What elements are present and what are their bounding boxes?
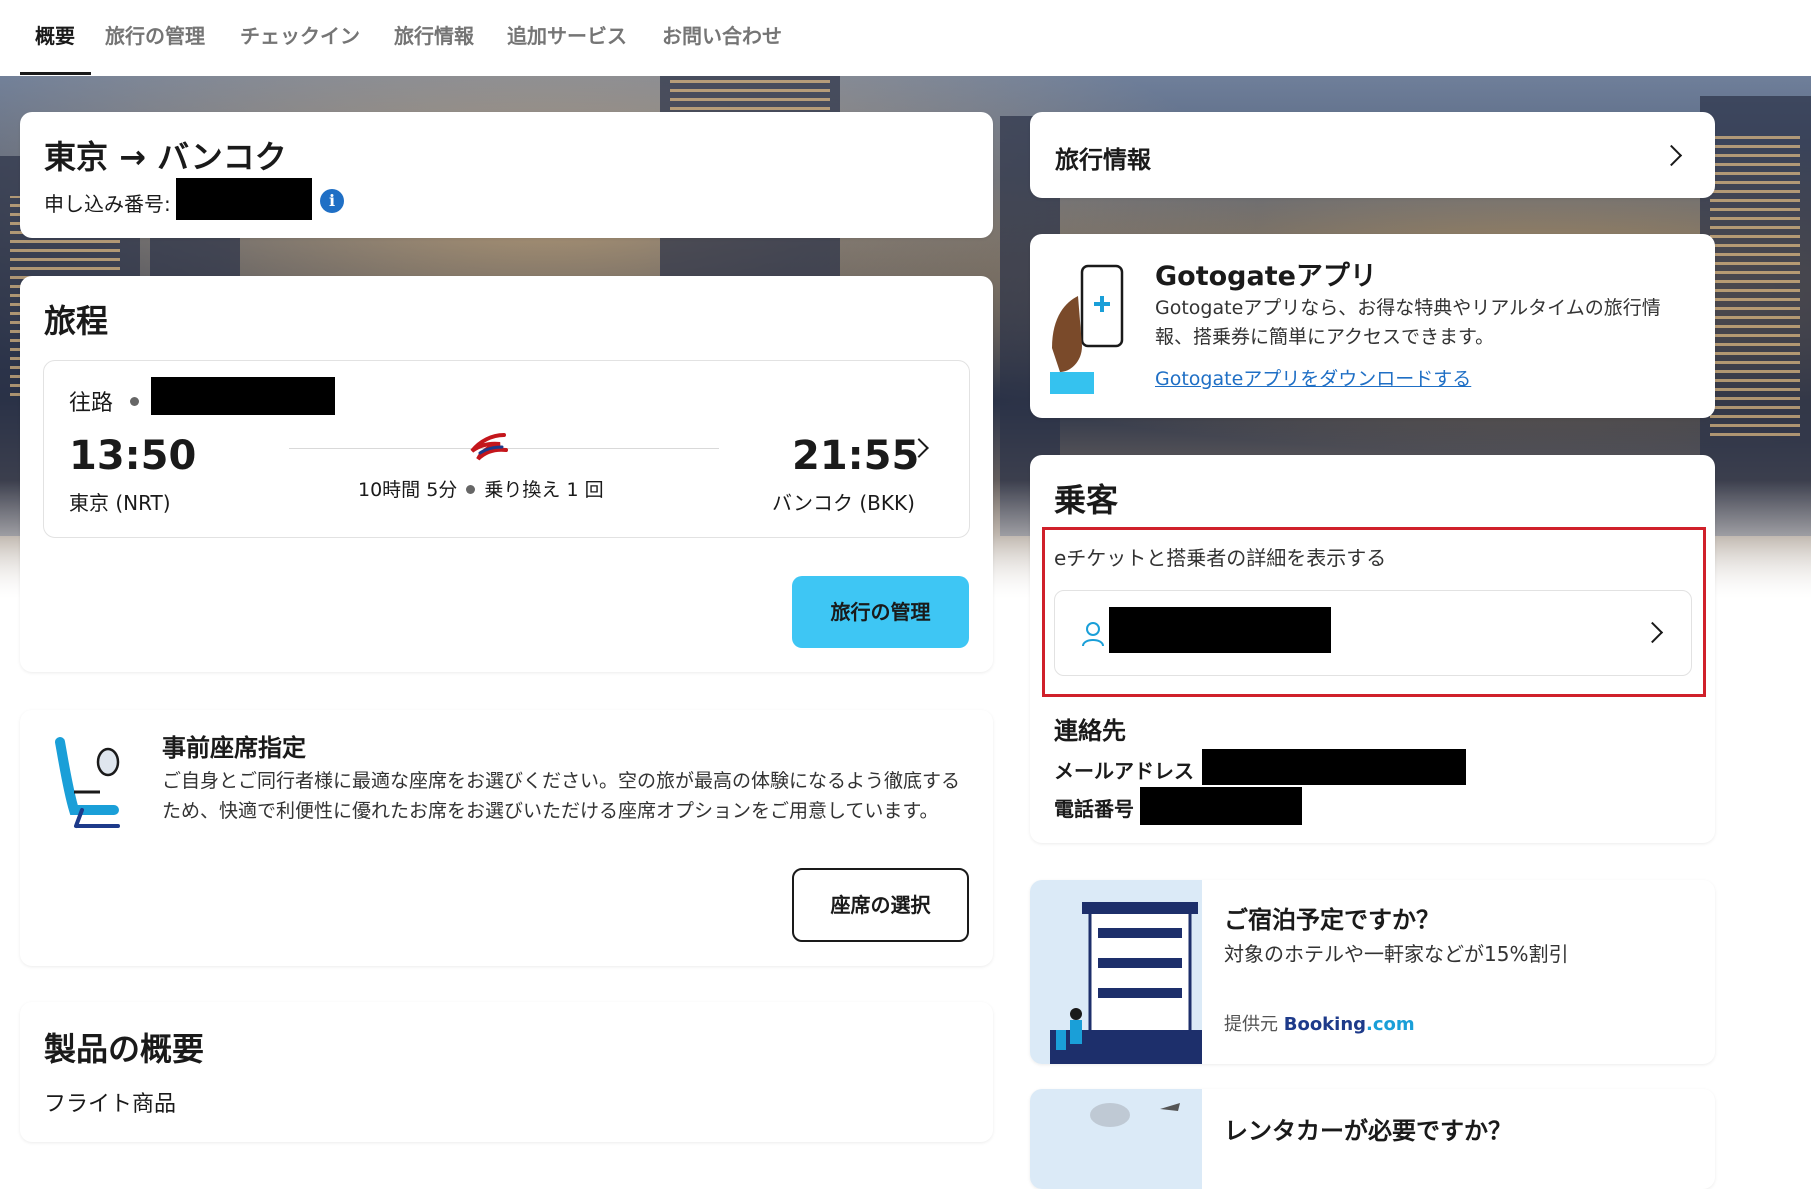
flight-duration: 10時間 5分 [358, 479, 458, 501]
transfer-count: 乗り換え 1 回 [484, 479, 604, 501]
app-download-link[interactable]: Gotogateアプリをダウンロードする [1155, 364, 1471, 391]
contact-heading: 連絡先 [1054, 717, 1126, 745]
user-icon [1082, 622, 1104, 647]
departure-time: 13:50 [69, 433, 197, 479]
product-heading: 製品の概要 [44, 1030, 205, 1068]
airline-logo-icon [470, 433, 508, 461]
travel-info-label: 旅行情報 [1055, 146, 1151, 174]
tab-overview[interactable]: 概要 [35, 20, 75, 49]
flight-duration-transfers: 10時間 5分 乗り換え 1 回 [358, 475, 604, 502]
product-summary-card: 製品の概要 フライト商品 [20, 1002, 993, 1142]
provider-label: 提供元 [1224, 1014, 1278, 1035]
car-title: レンタカーが必要ですか？ [1224, 1117, 1512, 1145]
top-nav: 概要 旅行の管理 チェックイン 旅行情報 追加サービス お問い合わせ [0, 0, 1811, 76]
car-rental-card[interactable]: レンタカーが必要ですか？ [1030, 1089, 1715, 1189]
phone-hand-icon [1050, 264, 1124, 394]
hotel-card[interactable]: ご宿泊予定ですか？ 対象のホテルや一軒家などが15%割引 提供元 Booking… [1030, 880, 1715, 1064]
chevron-right-icon [1641, 621, 1664, 644]
route-card: 東京 → バンコク 申し込み番号: i [20, 112, 993, 238]
tab-check-in[interactable]: チェックイン [240, 20, 360, 49]
product-item: フライト商品 [44, 1092, 177, 1117]
cloud-plane-icon [1090, 1103, 1180, 1127]
email-redacted [1202, 749, 1466, 785]
separator-dot [130, 397, 139, 406]
flight-date-redacted [151, 377, 335, 415]
booking-number-label: 申し込み番号: [44, 192, 171, 216]
seat-icon [55, 737, 120, 828]
tab-contact[interactable]: お問い合わせ [662, 20, 782, 49]
tab-trip-info[interactable]: 旅行情報 [394, 20, 474, 49]
route-title: 東京 → バンコク [44, 138, 287, 176]
tab-extra-services[interactable]: 追加サービス [507, 20, 627, 49]
itinerary-card: 旅程 往路 13:50 東京 (NRT) 10時間 5分 乗り換え 1 回 21… [20, 276, 993, 672]
car-illustration [1030, 1089, 1202, 1189]
hotel-provider: 提供元 Booking.com [1224, 1010, 1415, 1036]
departure-place: 東京 (NRT) [69, 491, 171, 515]
hotel-description: 対象のホテルや一軒家などが15%割引 [1224, 942, 1569, 966]
booking-logo: Booking.com [1283, 1014, 1415, 1035]
travel-info-card[interactable]: 旅行情報 [1030, 112, 1715, 198]
seat-description: ご自身とご同行者様に最適な座席をお選びください。空の旅が最高の体験になるよう徹底… [162, 770, 961, 822]
tab-manage-trip[interactable]: 旅行の管理 [105, 20, 205, 49]
hotel-title: ご宿泊予定ですか？ [1224, 906, 1440, 934]
passenger-heading: 乗客 [1054, 481, 1119, 519]
passenger-row[interactable] [1054, 590, 1692, 676]
app-description: Gotogateアプリなら、お得な特典やリアルタイムの旅行情報、搭乗券に簡単にア… [1155, 297, 1661, 348]
phone-redacted [1140, 787, 1302, 825]
hotel-building-icon [1050, 902, 1202, 1064]
arrival-time: 21:55 [792, 433, 920, 479]
phone-label: 電話番号 [1054, 797, 1134, 821]
app-promo-card: Gotogateアプリ Gotogateアプリなら、お得な特典やリアルタイムの旅… [1030, 234, 1715, 418]
passenger-highlight-box: eチケットと搭乗者の詳細を表示する [1042, 527, 1706, 697]
passenger-name-redacted [1109, 607, 1331, 653]
flight-segment[interactable]: 往路 13:50 東京 (NRT) 10時間 5分 乗り換え 1 回 21:55… [43, 360, 970, 538]
info-icon[interactable]: i [320, 189, 344, 213]
seat-selection-card: 事前座席指定 ご自身とご同行者様に最適な座席をお選びください。空の旅が最高の体験… [20, 710, 993, 966]
seat-heading: 事前座席指定 [162, 734, 306, 762]
manage-trip-button[interactable]: 旅行の管理 [792, 576, 969, 648]
itinerary-heading: 旅程 [44, 302, 109, 340]
chevron-right-icon [1660, 144, 1683, 167]
select-seat-button[interactable]: 座席の選択 [792, 868, 969, 942]
passenger-card: 乗客 eチケットと搭乗者の詳細を表示する 連絡先 メールアドレス 電話番号 [1030, 455, 1715, 843]
separator-dot [466, 485, 476, 494]
active-tab-indicator [20, 72, 91, 75]
hotel-illustration [1030, 880, 1202, 1064]
arrival-place: バンコク (BKK) [772, 491, 915, 515]
direction-label: 往路 [69, 391, 114, 416]
booking-number-redacted [176, 178, 312, 220]
app-title: Gotogateアプリ [1155, 261, 1377, 292]
email-label: メールアドレス [1054, 759, 1194, 783]
passenger-subtitle: eチケットと搭乗者の詳細を表示する [1054, 546, 1387, 570]
